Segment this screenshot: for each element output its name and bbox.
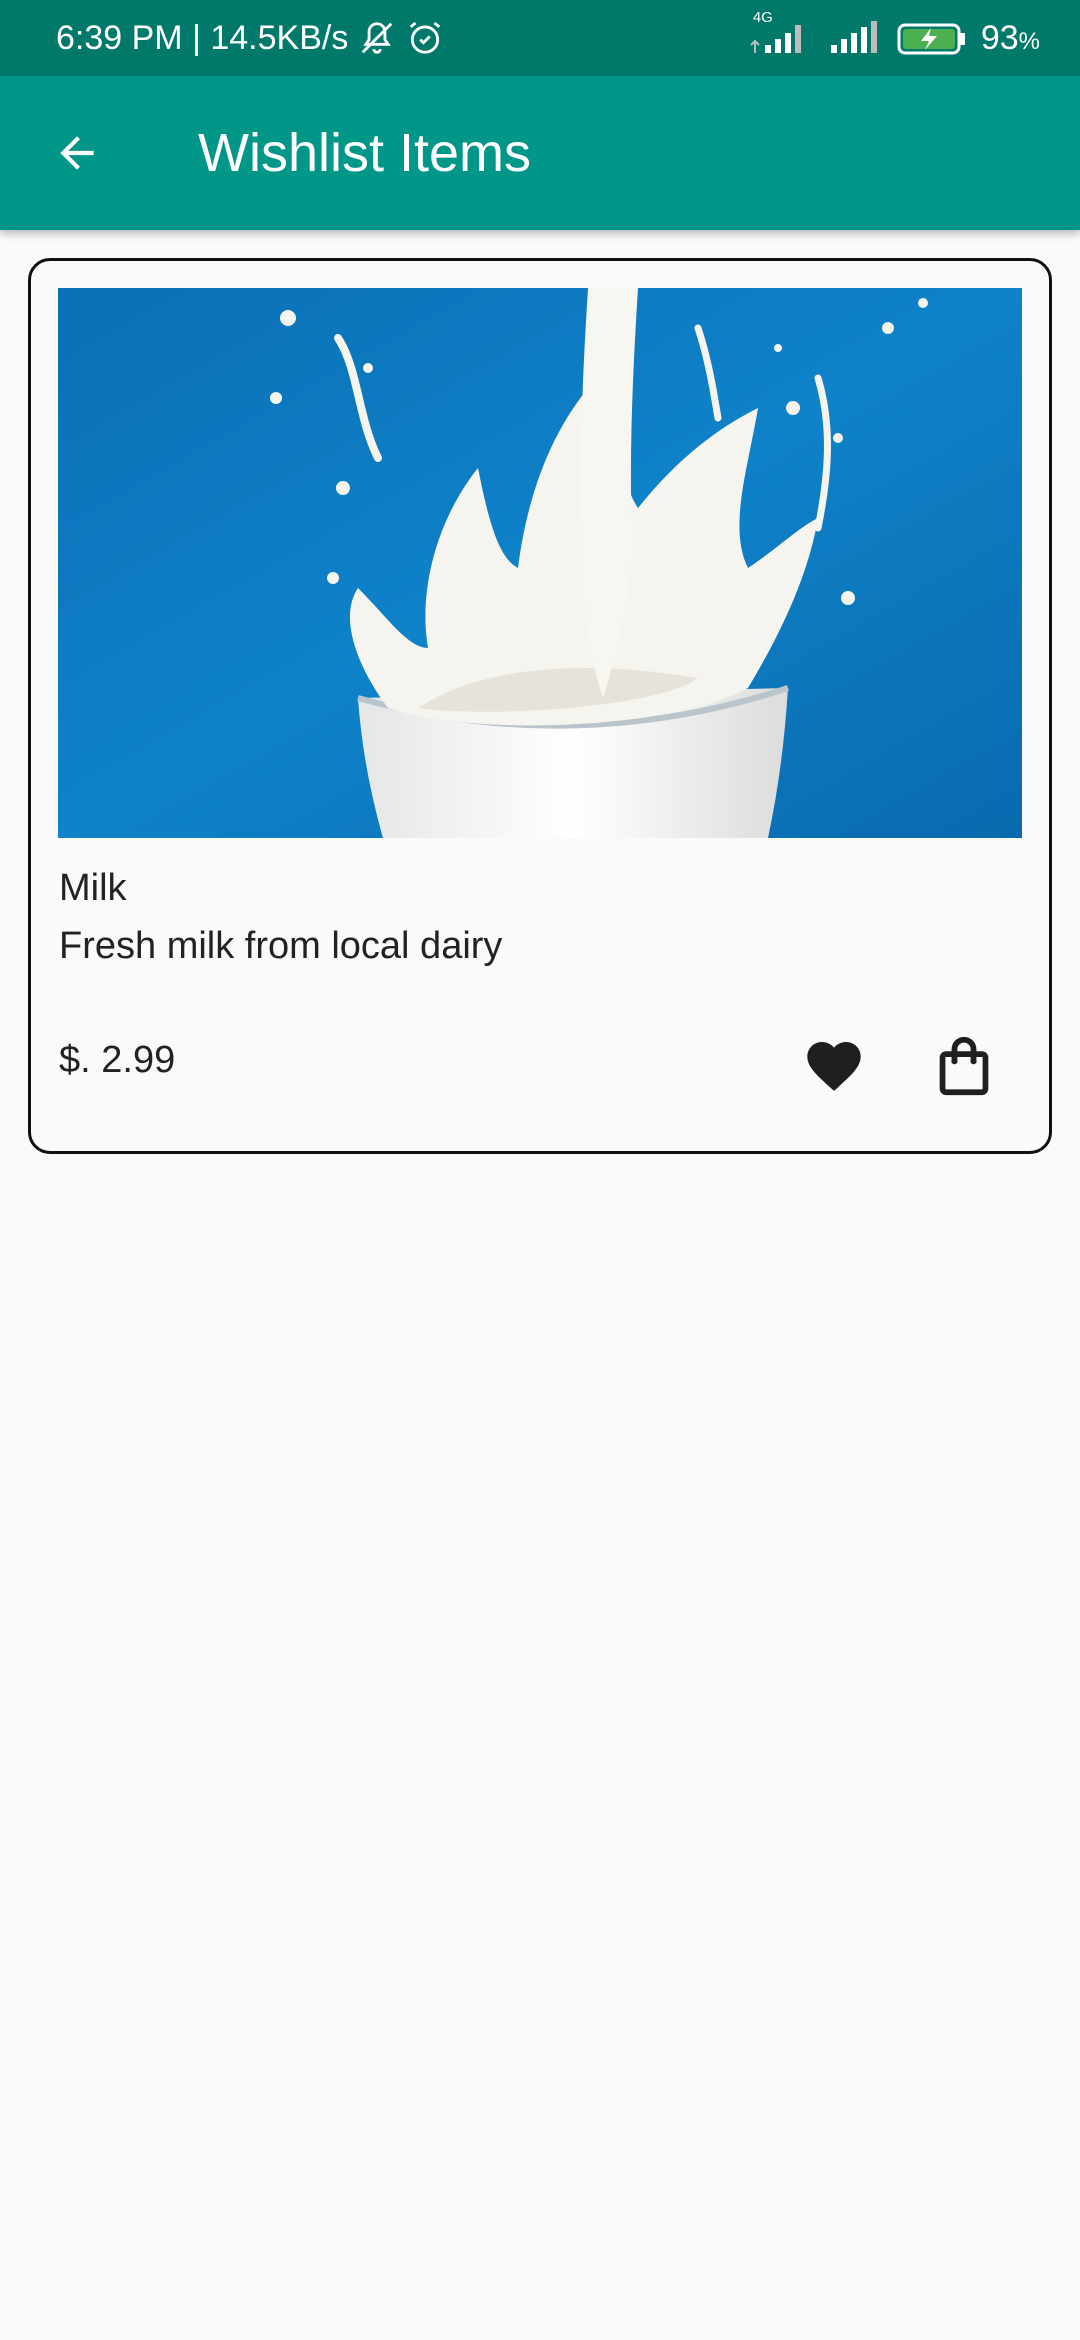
product-description: Fresh milk from local dairy <box>59 925 503 967</box>
back-button[interactable] <box>0 76 154 230</box>
status-left: 6:39 PM | 14.5KB/s <box>56 19 444 58</box>
signal-icon <box>827 19 883 57</box>
signal-4g-icon: 4G <box>747 9 813 57</box>
notifications-off-icon <box>358 19 396 57</box>
network-type-label: 4G <box>752 9 773 26</box>
product-price: $. 2.99 <box>59 1039 176 1081</box>
product-name: Milk <box>59 867 127 909</box>
app-bar: Wishlist Items <box>0 76 1080 230</box>
wishlist-item-card[interactable]: Milk Fresh milk from local dairy $. 2.99 <box>28 258 1052 1154</box>
arrow-back-icon <box>52 128 102 178</box>
status-time-speed: 6:39 PM | 14.5KB/s <box>56 18 349 57</box>
shopping-bag-icon <box>935 1035 993 1097</box>
product-image <box>58 288 1022 838</box>
status-right: 4G 93% <box>747 9 1040 58</box>
battery-percent-value: 93 <box>980 18 1019 57</box>
battery-charging-icon <box>897 19 967 57</box>
battery-percent-unit: % <box>1018 27 1040 55</box>
add-to-cart-button[interactable] <box>919 1021 1009 1111</box>
battery-percent: 93% <box>981 19 1040 58</box>
heart-icon <box>802 1034 866 1098</box>
status-bar: 6:39 PM | 14.5KB/s 4G 93% <box>0 0 1080 76</box>
page-title: Wishlist Items <box>198 123 532 183</box>
alarm-icon <box>406 19 444 57</box>
favorite-button[interactable] <box>789 1021 879 1111</box>
